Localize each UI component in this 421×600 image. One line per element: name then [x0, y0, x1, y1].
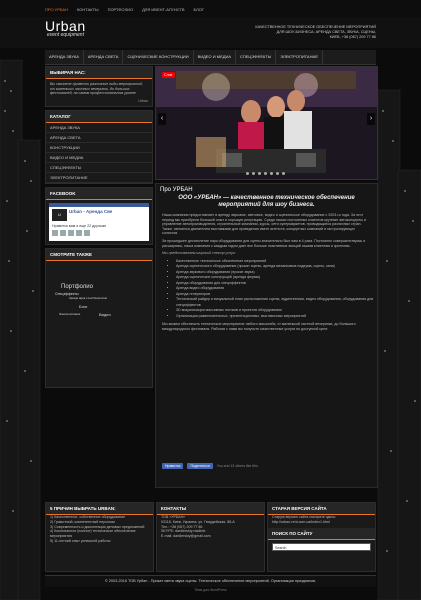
contacts-title: КОНТАКТЫ [157, 503, 264, 515]
service-item: Технический райдер и визуальный план рас… [176, 297, 377, 308]
like-bar: Нравится Поделиться You and 13 others li… [162, 463, 259, 469]
oldsite-link[interactable]: http://urban-rent.com.ua/index1.html [268, 520, 375, 525]
page-title: Про УРБАН [160, 187, 193, 193]
sidebar: ВЫБИРАЯ НАС: Вы сможете провести различн… [45, 66, 153, 391]
top-nav: ПРО УРБАН КОНТАКТЫ ПОРТФОЛИО ДЛЯ ИВЕНТ-А… [45, 7, 204, 12]
slider-dot[interactable] [282, 172, 285, 175]
why-signature: Urban [138, 98, 148, 103]
facebook-widget[interactable]: U Urban - Аренда Све Нравится вам и еще … [49, 202, 149, 241]
facebook-fans-text: Нравится вам и еще 22 друзьям [52, 223, 106, 228]
slider-photo [156, 67, 377, 179]
tag-link[interactable]: Блог [79, 304, 88, 309]
catalog-item[interactable]: КОНСТРУКЦИИ [46, 143, 152, 153]
catalog-item[interactable]: АРЕНДА ЗВУКА [46, 123, 152, 133]
catalog-item[interactable]: ЭЛЕКТРОПИТАНИЕ [46, 173, 152, 183]
copyright-bar: © 2003-2016 ТОВ Урбан - Прокат света зву… [45, 575, 376, 587]
tag-link[interactable]: Аренда звука и Led-Технологии [69, 297, 107, 300]
catalog-item[interactable]: ВИДЕО И МЕДИА [46, 153, 152, 163]
top-bar: ПРО УРБАН КОНТАКТЫ ПОРТФОЛИО ДЛЯ ИВЕНТ-А… [0, 0, 421, 17]
see-also-title: СМОТРИТЕ ТАКЖЕ [46, 248, 152, 261]
like-button[interactable]: Нравится [162, 463, 184, 469]
slider-badge[interactable]: Слое [162, 72, 175, 78]
site-header: Urban event equipment КАЧЕСТВЕННОЕ ТЕХНИ… [0, 17, 421, 48]
tag-cloud: Портфолио Спецэффекты Аренда звука и Led… [49, 264, 149, 384]
services-list: Качественное техническое обеспечение мер… [176, 259, 377, 320]
tag-link[interactable]: Портфолио [61, 284, 93, 290]
search-input[interactable]: Search [272, 542, 371, 551]
tag-link[interactable]: Спецэффекты [55, 292, 79, 296]
slider-dot[interactable] [264, 172, 267, 175]
facebook-title: FACEBOOK [46, 187, 152, 200]
slider-dot[interactable] [270, 172, 273, 175]
topnav-contacts[interactable]: КОНТАКТЫ [77, 7, 99, 12]
slider-dot[interactable] [276, 172, 279, 175]
share-button[interactable]: Поделиться [187, 463, 213, 469]
intro-paragraph: Наша компания предоставляет в аренду зву… [162, 213, 366, 236]
logo-subtitle: event equipment [47, 32, 84, 38]
contacts-box: КОНТАКТЫ ТОВ «УРБАН» 03118, Киев, Украин… [156, 502, 265, 572]
topnav-event-agencies[interactable]: ДЛЯ ИВЕНТ-АГЕНСТВ [142, 7, 184, 12]
main-nav: АРЕНДА ЗВУКА АРЕНДА СВЕТА СЦЕНИЧЕСКИЕ КО… [45, 50, 376, 65]
like-count: You and 13 others like this. [216, 464, 259, 468]
slider-dot[interactable] [252, 172, 255, 175]
page-subtitle: ООО «УРБАН» — качественное техническое о… [178, 195, 355, 208]
mainnav-power[interactable]: ЭЛЕКТРОПИТАНИЕ [276, 50, 324, 64]
facebook-page-logo: U [52, 208, 67, 221]
see-also-box: СМОТРИТЕ ТАКЖЕ Портфолио Спецэффекты Аре… [45, 247, 153, 388]
reason-item: 4) Комплексное (полное) техническое обес… [50, 529, 136, 539]
catalog-box: КАТАЛОГ АРЕНДА ЗВУКА АРЕНДА СВЕТА КОНСТР… [45, 109, 153, 184]
catalog-list: АРЕНДА ЗВУКА АРЕНДА СВЕТА КОНСТРУКЦИИ ВИ… [46, 123, 152, 183]
catalog-item[interactable]: АРЕНДА СВЕТА [46, 133, 152, 143]
search-title: ПОИСК ПО САЙТУ [268, 527, 375, 540]
facebook-page-name[interactable]: Urban - Аренда Све [69, 209, 112, 214]
slider-dots [246, 172, 285, 175]
oldsite-title: СТАРАЯ ВЕРСИЯ САЙТА [268, 503, 375, 515]
oldsite-search-box: СТАРАЯ ВЕРСИЯ САЙТА Старую версию сайта … [267, 502, 376, 572]
mainnav-light[interactable]: АРЕНДА СВЕТА [84, 50, 124, 64]
services-intro: Мы предоставляем широкий спектр услуг: [162, 251, 236, 256]
header-phone: КИЕВ, +38 (067) 209 77 86 [329, 35, 376, 39]
mainnav-sound[interactable]: АРЕНДА ЗВУКА [45, 50, 84, 64]
reasons-title: 5 ПРИЧИН ВЫБРАТЬ URBAN: [46, 503, 153, 515]
why-text: Вы сможете провести различные виды мероп… [50, 82, 144, 95]
facebook-box: FACEBOOK U Urban - Аренда Све Нравится в… [45, 186, 153, 245]
slider-dot[interactable] [258, 172, 261, 175]
fan-avatar[interactable] [84, 229, 90, 236]
facebook-header-bar [49, 202, 149, 207]
contact-email[interactable]: E-mail: dan8erskiy@gmail.com [157, 534, 264, 539]
mainnav-stage[interactable]: СЦЕНИЧЕСКИЕ КОНСТРУКЦИИ [123, 50, 194, 64]
reason-item: 5) 11-летний опыт успешной работы [50, 538, 111, 543]
header-tagline: КАЧЕСТВЕННОЕ ТЕХНИЧЕСКОЕ ОБЕСПЕЧЕНИЕ МЕР… [246, 25, 376, 40]
fan-avatar[interactable] [68, 229, 74, 236]
tag-link[interactable]: Электропитание [59, 312, 80, 316]
catalog-title: КАТАЛОГ [46, 110, 152, 123]
mainnav-video[interactable]: ВИДЕО И МЕДИА [194, 50, 236, 64]
powered-by[interactable]: Тема для WordPress [45, 588, 376, 592]
mainnav-sfx[interactable]: СПЕЦЭФФЕКТЫ [236, 50, 277, 64]
service-item: Организация развлекательных, презентацио… [176, 314, 377, 320]
topnav-blog[interactable]: БЛОГ [194, 7, 205, 12]
catalog-item[interactable]: СПЕЦЭФФЕКТЫ [46, 163, 152, 173]
why-box: ВЫБИРАЯ НАС: Вы сможете провести различн… [45, 66, 153, 107]
logo[interactable]: Urban event equipment [45, 19, 86, 38]
fan-avatar[interactable] [76, 229, 82, 236]
fan-avatar[interactable] [52, 229, 58, 236]
logo-brand: Urban [45, 18, 86, 34]
reasons-box: 5 ПРИЧИН ВЫБРАТЬ URBAN: 1) Качественное,… [45, 502, 154, 572]
image-slider[interactable]: Слое ‹ › [155, 66, 378, 180]
main-content: Про УРБАН ООО «УРБАН» — качественное тех… [155, 183, 378, 488]
slider-next-button[interactable]: › [367, 113, 375, 125]
history-paragraph: За прошедшее десятилетие парк оборудован… [162, 238, 366, 248]
slider-dot[interactable] [246, 172, 249, 175]
why-title: ВЫБИРАЯ НАС: [46, 67, 152, 79]
topnav-about[interactable]: ПРО УРБАН [45, 7, 68, 12]
closing-paragraph: Мы можем обеспечить техническое мероприя… [162, 322, 356, 331]
topnav-portfolio[interactable]: ПОРТФОЛИО [108, 7, 134, 12]
tag-link[interactable]: Видео [99, 312, 111, 317]
footer-columns: 5 ПРИЧИН ВЫБРАТЬ URBAN: 1) Качественное,… [45, 502, 376, 572]
fan-avatar[interactable] [60, 229, 66, 236]
slider-prev-button[interactable]: ‹ [158, 113, 166, 125]
